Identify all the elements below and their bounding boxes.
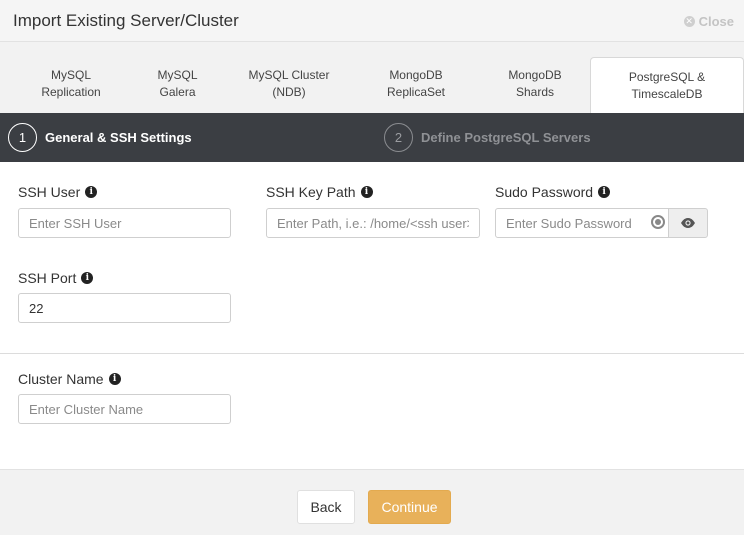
sudo-password-input[interactable] <box>495 208 669 238</box>
tab-label-line1: MongoDB <box>389 68 443 82</box>
close-icon: ✕ <box>683 16 695 27</box>
ssh-key-path-label: SSH Key Path i <box>266 184 373 200</box>
ssh-port-label: SSH Port i <box>18 270 94 286</box>
tab-mongodb-shards[interactable]: MongoDB Shards <box>482 56 588 113</box>
show-password-button[interactable] <box>668 208 708 238</box>
step-general-ssh-settings[interactable]: 1 General & SSH Settings <box>8 123 192 152</box>
dialog-header: Import Existing Server/Cluster ✕ Close <box>0 0 744 42</box>
info-icon[interactable]: i <box>598 186 611 198</box>
tab-label-line1: PostgreSQL & <box>628 70 706 84</box>
ssh-key-path-input[interactable] <box>266 208 480 238</box>
continue-button[interactable]: Continue <box>368 490 451 524</box>
back-button[interactable]: Back <box>297 490 355 524</box>
ssh-key-path-label-text: SSH Key Path <box>266 184 356 200</box>
tab-label-line1: MySQL Cluster <box>248 68 330 82</box>
tab-label-line1: MySQL <box>50 68 91 82</box>
info-icon[interactable]: i <box>81 272 94 284</box>
key-icon <box>651 215 665 229</box>
tab-mysql-replication[interactable]: MySQL Replication <box>18 56 124 113</box>
sudo-password-label-text: Sudo Password <box>495 184 594 200</box>
close-label: Close <box>698 14 734 29</box>
step-number: 1 <box>8 123 37 152</box>
section-divider <box>0 353 744 354</box>
ssh-user-input[interactable] <box>18 208 231 238</box>
tab-label-line2: (NDB) <box>272 85 306 99</box>
step-number: 2 <box>384 123 413 152</box>
cluster-type-tabs: MySQL Replication MySQL Galera MySQL Clu… <box>0 42 744 114</box>
cluster-name-input[interactable] <box>18 394 231 424</box>
ssh-port-label-text: SSH Port <box>18 270 77 286</box>
tab-mysql-cluster-ndb[interactable]: MySQL Cluster (NDB) <box>236 56 342 113</box>
step-label: General & SSH Settings <box>45 130 192 145</box>
step-label: Define PostgreSQL Servers <box>421 130 591 145</box>
eye-icon <box>681 218 695 228</box>
dialog-title: Import Existing Server/Cluster <box>13 11 239 30</box>
ssh-user-label: SSH User i <box>18 184 98 200</box>
tab-mysql-galera[interactable]: MySQL Galera <box>127 56 228 113</box>
wizard-steps: 1 General & SSH Settings 2 Define Postgr… <box>0 113 744 162</box>
info-icon[interactable]: i <box>360 186 373 198</box>
ssh-port-input[interactable] <box>18 293 231 323</box>
cluster-name-label: Cluster Name i <box>18 371 121 387</box>
info-icon[interactable]: i <box>108 373 121 385</box>
step-define-postgresql-servers[interactable]: 2 Define PostgreSQL Servers <box>384 123 591 152</box>
tab-mongodb-replicaset[interactable]: MongoDB ReplicaSet <box>362 56 470 113</box>
cluster-name-label-text: Cluster Name <box>18 371 104 387</box>
ssh-user-label-text: SSH User <box>18 184 81 200</box>
tab-label-line2: TimescaleDB <box>631 87 703 101</box>
tab-label-line1: MongoDB <box>508 68 562 82</box>
dialog-footer: Back Continue <box>0 469 744 535</box>
tab-postgresql-timescaledb[interactable]: PostgreSQL & TimescaleDB <box>590 57 744 114</box>
tab-label-line2: Replication <box>41 85 101 99</box>
tab-label-line2: Galera <box>159 85 196 99</box>
info-icon[interactable]: i <box>85 186 98 198</box>
tab-label-line2: ReplicaSet <box>386 85 446 99</box>
tab-label-line1: MySQL <box>157 68 198 82</box>
close-button[interactable]: ✕ Close <box>683 14 734 29</box>
tab-label-line2: Shards <box>515 85 555 99</box>
sudo-password-label: Sudo Password i <box>495 184 611 200</box>
